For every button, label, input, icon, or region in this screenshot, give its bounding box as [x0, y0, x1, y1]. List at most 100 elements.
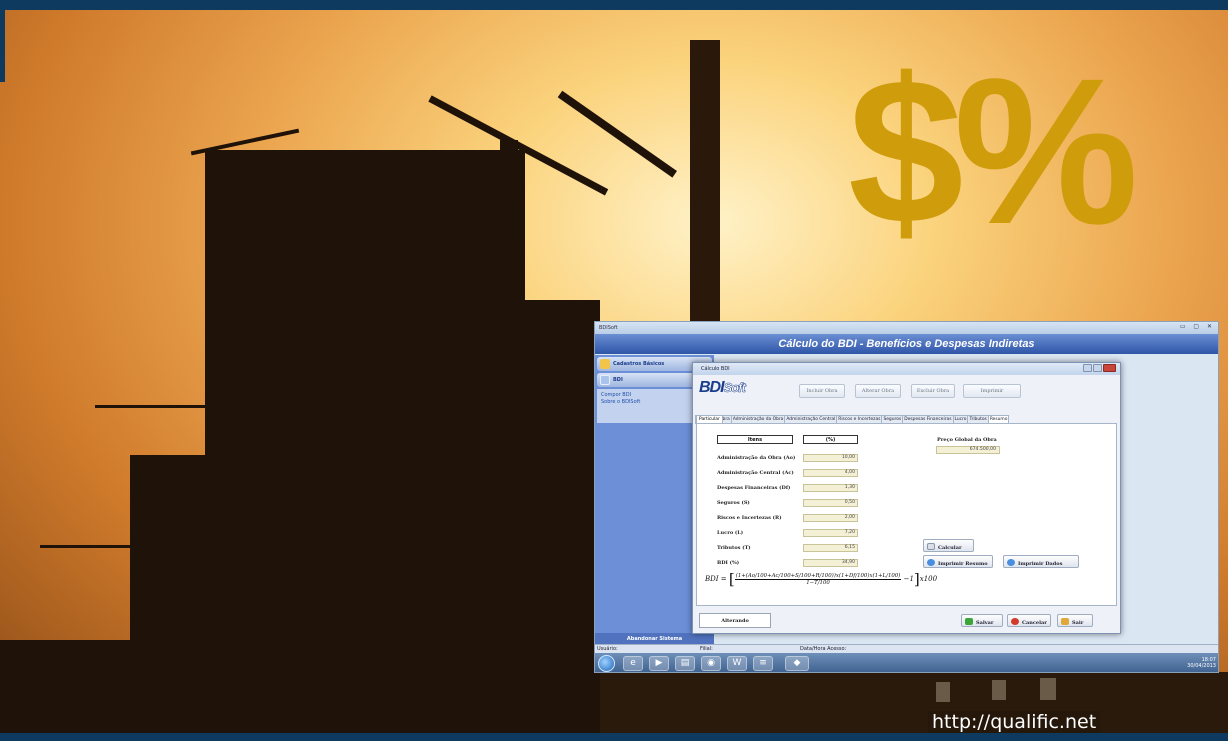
print-data-button[interactable]: Imprimir Dados [1003, 555, 1079, 568]
crane-jib-left2 [95, 405, 235, 408]
close-icon[interactable] [1103, 364, 1116, 372]
subtab-particular[interactable]: Particular [696, 415, 723, 423]
exit-door-icon [1061, 618, 1069, 625]
row-label: Lucro (L) [717, 530, 744, 536]
foreground-crane [0, 640, 600, 741]
cancel-icon [1011, 618, 1019, 625]
dialog-titlebar: Cálculo BDI [693, 363, 1120, 375]
status-user: Usuário: [597, 646, 618, 652]
pct-column-header: (%) [803, 435, 858, 444]
print-summary-button[interactable]: Imprimir Resumo [923, 555, 993, 568]
site-url[interactable]: http://qualific.net [928, 711, 1101, 733]
app-header: Cálculo do BDI - Benefícios e Despesas I… [595, 334, 1218, 354]
crane-tower-center [500, 140, 518, 360]
row-value[interactable]: 6,15 [803, 544, 858, 552]
row-label: Tributos (T) [717, 545, 751, 551]
window-controls[interactable]: ▭ ▢ ✕ [1180, 323, 1215, 330]
global-price-label: Preço Global da Obra [937, 437, 997, 443]
bottom-frame-bar [0, 733, 1228, 741]
window-light [992, 680, 1006, 700]
formula-minus-one: −1 [903, 575, 914, 583]
row-label: Seguros (S) [717, 500, 750, 506]
row-value[interactable]: 10,00 [803, 454, 858, 462]
save-label: Salvar [976, 620, 994, 626]
window-light [936, 682, 950, 702]
tab-strip: Dados da ObraAdministração da ObraAdmini… [695, 405, 1010, 424]
print-button[interactable]: Imprimir [963, 384, 1021, 398]
tray-date: 30/04/2013 [1187, 663, 1216, 669]
maximize-icon[interactable] [1093, 364, 1102, 372]
crane-jib-left3 [40, 545, 150, 548]
logo-suffix: Soft [723, 380, 746, 396]
bdisoft-window: BDISoft ▭ ▢ ✕ Cálculo do BDI - Benefício… [594, 321, 1219, 673]
calculator-icon [927, 543, 935, 550]
cancel-button[interactable]: Cancelar [1007, 614, 1051, 627]
explorer-icon[interactable]: ▤ [675, 656, 695, 671]
status-branch: Filial: [700, 646, 713, 652]
items-column-header: Itens [717, 435, 793, 444]
money-percent-symbol: $% [848, 36, 1139, 268]
cancel-label: Cancelar [1022, 620, 1047, 626]
row-label: Administração Central (Ac) [717, 470, 794, 476]
folder-icon [600, 359, 610, 369]
start-button[interactable] [598, 655, 615, 672]
exit-label: Sair [1072, 620, 1084, 626]
app-task-icon[interactable]: ◆ [785, 656, 809, 671]
users-icon [600, 375, 610, 385]
building-bottom-right [600, 672, 1228, 741]
mode-status: Alterando [699, 613, 771, 628]
row-value[interactable]: 7,20 [803, 529, 858, 537]
dialog-controls [1082, 364, 1116, 374]
crane-tower [690, 40, 720, 340]
save-button[interactable]: Salvar [961, 614, 1003, 627]
taskbar: e ▶ ▤ ◉ W ≡ ◆ 18:07 30/04/2013 [595, 653, 1218, 672]
window-title: BDISoft [599, 325, 618, 331]
crane-jib [557, 90, 677, 178]
calculate-label: Calcular [938, 545, 962, 551]
row-value[interactable]: 1,30 [803, 484, 858, 492]
bdisoft-logo: BDISoft [699, 379, 755, 399]
row-label: Despesas Financeiras (Df) [717, 485, 791, 491]
formula-fraction: (1+(Ao/100+Ac/100+S/100+R/100))x(1+Df/10… [734, 572, 902, 586]
window-light [1040, 678, 1056, 700]
change-work-button[interactable]: Alterar Obra [855, 384, 901, 398]
row-value[interactable]: 2,00 [803, 514, 858, 522]
print-summary-label: Imprimir Resumo [938, 561, 988, 567]
global-price-field[interactable]: 674.500,00 [936, 446, 1000, 454]
media-player-icon[interactable]: ▶ [649, 656, 669, 671]
exit-button[interactable]: Sair [1057, 614, 1093, 627]
print-icon [1007, 559, 1015, 566]
formula-times-100: x100 [919, 575, 938, 583]
window-titlebar: BDISoft ▭ ▢ ✕ [595, 322, 1218, 334]
include-work-button[interactable]: Incluir Obra [799, 384, 845, 398]
bdi-formula: BDI = [(1+(Ao/100+Ac/100+S/100+R/100))x(… [705, 570, 937, 588]
formula-numerator: (1+(Ao/100+Ac/100+S/100+R/100))x(1+Df/10… [734, 572, 902, 580]
calc-bdi-dialog: Cálculo BDI BDISoft Incluir Obra Alterar… [692, 362, 1121, 634]
minimize-icon[interactable] [1083, 364, 1092, 372]
formula-lhs: BDI = [705, 575, 727, 583]
sidebar-item-label: BDI [613, 377, 623, 383]
bdi-total-value: 34,90 [803, 559, 858, 567]
sidebar-item-label: Cadastros Básicos [613, 361, 665, 367]
row-label: Riscos e Incertezas (R) [717, 515, 782, 521]
calculate-button[interactable]: Calcular [923, 539, 974, 552]
print-icon [927, 559, 935, 566]
ie-icon[interactable]: e [623, 656, 643, 671]
formula-denominator: 1−T/100 [806, 579, 830, 586]
status-bar: Usuário: Filial: Data/Hora Acesso: [595, 644, 1218, 653]
checkmark-icon [965, 618, 973, 625]
row-value[interactable]: 4,00 [803, 469, 858, 477]
word-icon[interactable]: W [727, 656, 747, 671]
row-label: Administração da Obra (Ao) [717, 455, 796, 461]
logo-main: BDI [699, 379, 725, 396]
system-tray[interactable]: 18:07 30/04/2013 [1187, 657, 1216, 669]
summary-panel: Itens (%) Administração da Obra (Ao) 10,… [696, 423, 1117, 606]
status-datetime: Data/Hora Acesso: [800, 646, 847, 652]
row-value[interactable]: 0,50 [803, 499, 858, 507]
left-frame-bar [0, 0, 5, 82]
notepad-icon[interactable]: ≡ [753, 656, 773, 671]
delete-work-button[interactable]: Excluir Obra [911, 384, 955, 398]
chrome-icon[interactable]: ◉ [701, 656, 721, 671]
bdi-total-label: BDI (%) [717, 560, 740, 566]
dialog-title: Cálculo BDI [701, 366, 730, 372]
